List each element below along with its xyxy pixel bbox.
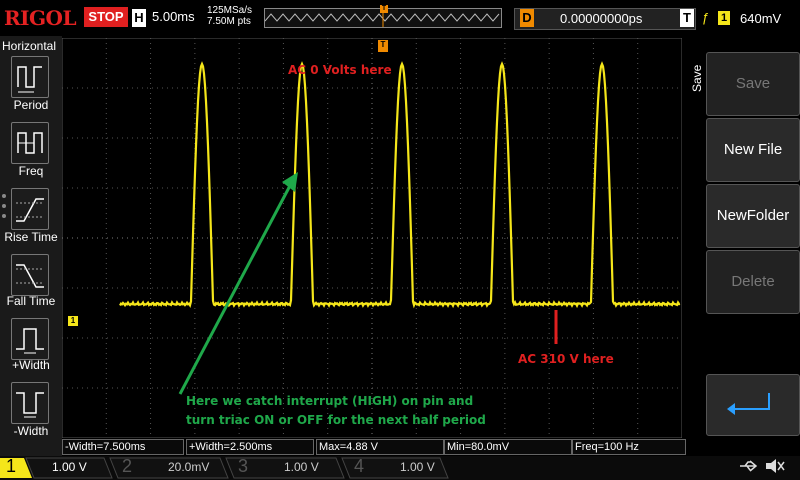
ch4-number[interactable]: 4	[350, 456, 368, 477]
meas-freq[interactable]: Freq=100 Hz	[572, 439, 686, 455]
annotation-zero-volts-text: AC 0 Volts here	[288, 63, 392, 77]
ch3-scale[interactable]: 1.00 V	[284, 460, 319, 474]
annotation-peak-volts-text: AC 310 V here	[518, 352, 614, 366]
negative-width-icon	[16, 392, 44, 418]
trigger-level[interactable]: 640mV	[740, 11, 781, 26]
new-folder-button[interactable]: NewFolder	[706, 184, 800, 248]
period-button[interactable]	[11, 56, 49, 98]
fall-time-label: Fall Time	[6, 294, 56, 308]
brand-logo: RIGOL	[4, 6, 77, 30]
positive-width-label: +Width	[12, 358, 50, 372]
red-marker-line	[554, 310, 558, 344]
meas-positive-width[interactable]: +Width=2.500ms	[186, 439, 314, 455]
usb-icon	[740, 460, 758, 472]
freq-button[interactable]	[11, 122, 49, 164]
speaker-muted-icon[interactable]	[764, 457, 786, 475]
period-icon	[17, 66, 42, 93]
freq-icon	[17, 132, 43, 154]
left-panel-title: Horizontal	[2, 39, 57, 53]
run-stop-status[interactable]: STOP	[84, 7, 128, 27]
ch4-scale[interactable]: 1.00 V	[400, 460, 435, 474]
annotation-interrupt-line2: turn triac ON or OFF for the next half p…	[186, 413, 486, 427]
trigger-edge-icon: ƒ	[702, 10, 710, 25]
sample-rate-info: 125MSa/s 7.50M pts	[207, 5, 252, 27]
trigger-badge: T	[680, 9, 694, 27]
annotation-arrows	[178, 172, 298, 395]
meas-min[interactable]: Min=80.0mV	[444, 439, 572, 455]
rise-time-icon	[16, 198, 44, 222]
ch1-ground-marker[interactable]: 1	[68, 316, 78, 326]
annotation-zero-volts: AC 0 Volts here	[288, 63, 392, 77]
return-button[interactable]	[706, 374, 800, 436]
positive-width-icon	[16, 328, 44, 354]
right-panel-title: Save	[690, 64, 704, 92]
fall-time-button[interactable]	[11, 254, 49, 296]
waveform-display[interactable]	[62, 38, 682, 438]
ch2-number[interactable]: 2	[118, 456, 136, 477]
positive-width-button[interactable]	[11, 318, 49, 360]
delete-button[interactable]: Delete	[706, 250, 800, 314]
ch3-number[interactable]: 3	[234, 456, 252, 477]
trigger-position-marker[interactable]: T	[378, 40, 388, 52]
page-dots-icon	[2, 194, 6, 218]
return-arrow-icon	[727, 393, 770, 415]
period-label: Period	[13, 98, 49, 112]
green-arrow	[178, 179, 295, 395]
annotation-peak-volts: AC 310 V here	[518, 352, 614, 366]
ch1-number[interactable]: 1	[2, 456, 20, 477]
negative-width-button[interactable]	[11, 382, 49, 424]
rise-time-button[interactable]	[11, 188, 49, 230]
trigger-source: 1	[718, 11, 730, 25]
fall-time-icon	[16, 264, 44, 288]
memory-depth: 7.50M pts	[207, 16, 251, 27]
delay-badge: D	[520, 9, 534, 27]
freq-label: Freq	[18, 164, 44, 178]
delay-value: 0.00000000ps	[560, 11, 643, 26]
trigger-position-marker-top: T	[380, 5, 388, 13]
meas-negative-width[interactable]: -Width=7.500ms	[62, 439, 184, 455]
green-arrow-head	[282, 172, 298, 192]
timebase-value[interactable]: 5.00ms	[152, 9, 195, 24]
save-button[interactable]: Save	[706, 52, 800, 116]
sample-rate: 125MSa/s	[207, 5, 253, 16]
new-file-button[interactable]: New File	[706, 118, 800, 182]
timebase-badge: H	[132, 9, 146, 27]
ch2-scale[interactable]: 20.0mV	[168, 460, 209, 474]
ch1-scale[interactable]: 1.00 V	[52, 460, 87, 474]
rise-time-label: Rise Time	[4, 230, 58, 244]
meas-max[interactable]: Max=4.88 V	[316, 439, 444, 455]
negative-width-label: -Width	[13, 424, 49, 438]
